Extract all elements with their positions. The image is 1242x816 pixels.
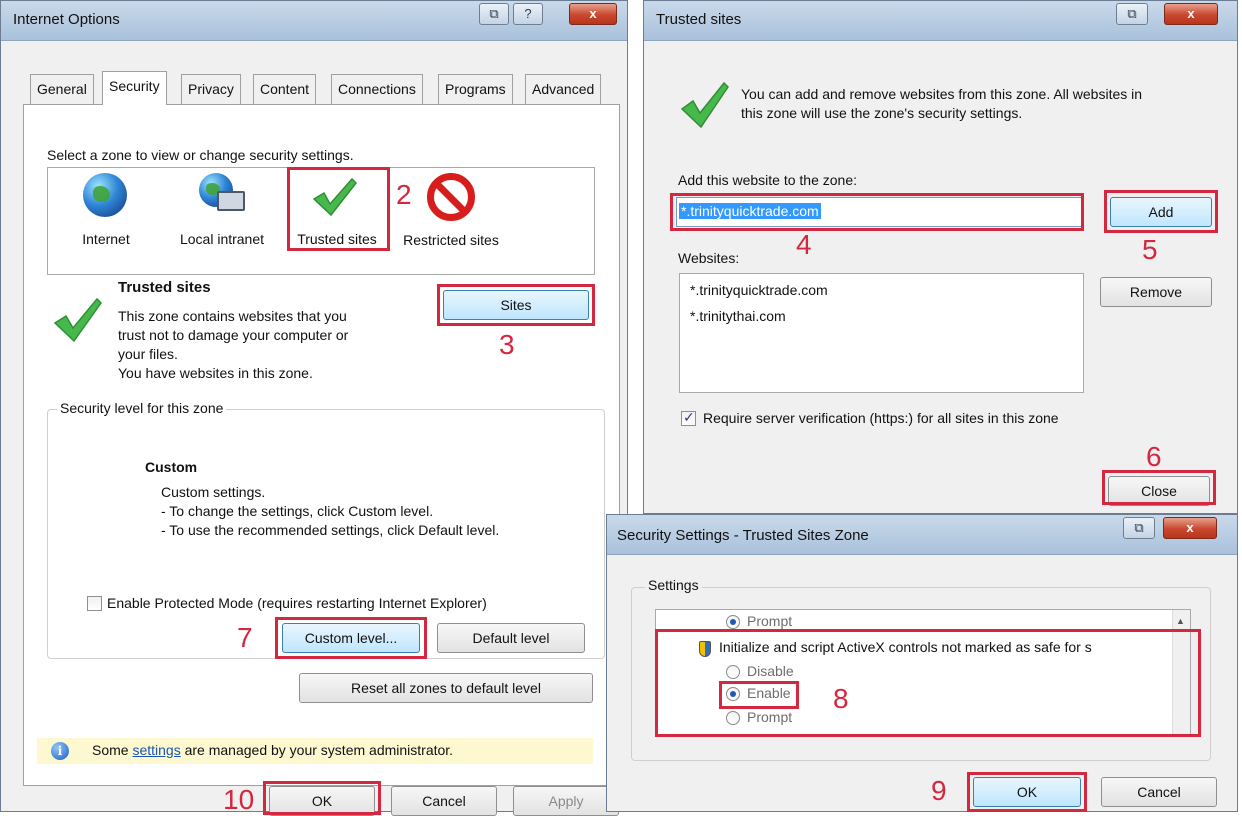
security-settings-window: Security Settings - Trusted Sites Zone ⧉… bbox=[606, 514, 1238, 812]
restore-button[interactable]: ⧉ bbox=[479, 3, 509, 25]
close-button[interactable]: Close bbox=[1108, 476, 1210, 506]
remove-button[interactable]: Remove bbox=[1100, 277, 1212, 307]
zone-description: This zone contains websites that you tru… bbox=[118, 307, 348, 383]
add-website-input[interactable]: *.trinityquicktrade.com bbox=[676, 197, 1082, 227]
option-prompt-radio[interactable] bbox=[726, 615, 740, 629]
info-text-before: Some bbox=[92, 742, 133, 758]
option-enable-label[interactable]: Enable bbox=[747, 685, 791, 701]
zone-internet-label[interactable]: Internet bbox=[71, 231, 141, 247]
zone-description-line: You have websites in this zone. bbox=[118, 365, 313, 381]
trusted-sites-titlebar[interactable]: Trusted sites ⧉ x bbox=[644, 1, 1237, 41]
zone-trusted-sites-label[interactable]: Trusted sites bbox=[287, 231, 387, 247]
tab-connections[interactable]: Connections bbox=[331, 74, 423, 104]
annotation-9: 9 bbox=[931, 775, 947, 806]
annotation-10: 10 bbox=[223, 784, 255, 815]
reset-all-zones-button[interactable]: Reset all zones to default level bbox=[299, 673, 593, 703]
description-line: this zone will use the zone's security s… bbox=[741, 105, 1023, 121]
annotation-3: 3 bbox=[499, 329, 515, 360]
protected-mode-label[interactable]: Enable Protected Mode (requires restarti… bbox=[107, 595, 487, 611]
help-button[interactable]: ? bbox=[513, 3, 543, 25]
zone-local-intranet-label[interactable]: Local intranet bbox=[167, 231, 277, 247]
level-line: - To use the recommended settings, click… bbox=[161, 522, 500, 538]
require-verification-checkbox[interactable] bbox=[681, 409, 696, 426]
internet-globe-icon[interactable] bbox=[83, 173, 127, 217]
description-line: You can add and remove websites from thi… bbox=[741, 86, 1143, 102]
settings-label: Settings bbox=[645, 577, 702, 593]
zone-restricted-sites-label[interactable]: Restricted sites bbox=[401, 231, 501, 250]
zone-check-icon bbox=[53, 297, 102, 343]
option-disable-label[interactable]: Disable bbox=[747, 663, 794, 679]
annotation-6: 6 bbox=[1146, 441, 1162, 472]
tab-programs[interactable]: Programs bbox=[438, 74, 513, 104]
option-prompt-label-2[interactable]: Prompt bbox=[747, 709, 792, 725]
zone-description-line: trust not to damage your computer or bbox=[118, 327, 349, 343]
info-text-after: are managed by your system administrator… bbox=[180, 742, 454, 758]
security-level-description: Custom settings. - To change the setting… bbox=[161, 483, 499, 540]
activex-shield-icon bbox=[699, 641, 711, 657]
add-button[interactable]: Add bbox=[1110, 197, 1212, 227]
level-line: Custom settings. bbox=[161, 484, 266, 500]
close-window-button[interactable]: x bbox=[569, 3, 617, 25]
annotation-2: 2 bbox=[396, 179, 412, 210]
annotation-8: 8 bbox=[833, 683, 849, 714]
restore-button[interactable]: ⧉ bbox=[1123, 517, 1155, 539]
option-prompt-label[interactable]: Prompt bbox=[747, 613, 792, 629]
activex-setting-label: Initialize and script ActiveX controls n… bbox=[719, 639, 1092, 655]
level-line: - To change the settings, click Custom l… bbox=[161, 503, 434, 519]
custom-level-button[interactable]: Custom level... bbox=[282, 623, 420, 653]
list-item[interactable]: *.trinitythai.com bbox=[690, 308, 786, 324]
zone-title: Trusted sites bbox=[118, 279, 211, 296]
security-level-name: Custom bbox=[145, 459, 198, 475]
trusted-sites-check-icon[interactable] bbox=[312, 177, 358, 217]
settings-link[interactable]: settings bbox=[132, 742, 180, 758]
tab-advanced[interactable]: Advanced bbox=[525, 74, 602, 104]
option-enable-radio[interactable] bbox=[726, 687, 740, 701]
scroll-up-icon[interactable]: ▲ bbox=[1176, 616, 1185, 626]
annotation-4: 4 bbox=[796, 229, 812, 260]
annotation-7: 7 bbox=[237, 622, 253, 653]
monitor-icon bbox=[217, 191, 245, 211]
close-window-button[interactable]: x bbox=[1163, 517, 1217, 539]
protected-mode-checkbox[interactable] bbox=[87, 596, 102, 611]
default-level-button[interactable]: Default level bbox=[437, 623, 585, 653]
websites-list[interactable]: *.trinityquicktrade.com *.trinitythai.co… bbox=[679, 273, 1084, 393]
option-prompt-radio-2[interactable] bbox=[726, 711, 740, 725]
zone-description-line: your files. bbox=[118, 346, 178, 362]
tab-privacy[interactable]: Privacy bbox=[181, 74, 241, 104]
restricted-sites-icon[interactable] bbox=[427, 173, 475, 221]
annotation-5: 5 bbox=[1142, 234, 1158, 265]
info-text: Some settings are managed by your system… bbox=[92, 742, 453, 758]
add-website-label: Add this website to the zone: bbox=[678, 172, 857, 188]
settings-scrollbar[interactable]: ▲ bbox=[1172, 610, 1190, 734]
info-icon: i bbox=[51, 742, 69, 760]
trusted-sites-title: Trusted sites bbox=[656, 11, 742, 28]
security-settings-titlebar[interactable]: Security Settings - Trusted Sites Zone ⧉… bbox=[607, 515, 1237, 555]
tab-general[interactable]: General bbox=[30, 74, 94, 104]
require-verification-label[interactable]: Require server verification (https:) for… bbox=[703, 410, 1059, 426]
list-item[interactable]: *.trinityquicktrade.com bbox=[690, 282, 828, 298]
trusted-sites-description: You can add and remove websites from thi… bbox=[741, 85, 1142, 123]
tab-content[interactable]: Content bbox=[253, 74, 317, 104]
close-window-button[interactable]: x bbox=[1164, 3, 1218, 25]
zone-description-line: This zone contains websites that you bbox=[118, 308, 347, 324]
websites-label: Websites: bbox=[678, 250, 740, 266]
security-settings-title: Security Settings - Trusted Sites Zone bbox=[617, 527, 869, 544]
trusted-sites-window: Trusted sites ⧉ x You can add and remove… bbox=[643, 0, 1238, 514]
tab-security[interactable]: Security bbox=[102, 71, 167, 105]
internet-options-window: Internet Options ⧉ ? x General Security … bbox=[0, 0, 628, 816]
internet-options-title: Internet Options bbox=[13, 11, 120, 28]
security-settings-ok-button[interactable]: OK bbox=[973, 777, 1081, 807]
sites-button[interactable]: Sites bbox=[443, 290, 589, 320]
add-website-value: *.trinityquicktrade.com bbox=[679, 203, 821, 219]
trusted-sites-check-icon bbox=[680, 81, 729, 129]
security-level-label: Security level for this zone bbox=[57, 400, 227, 416]
restore-button[interactable]: ⧉ bbox=[1116, 3, 1148, 25]
internet-options-titlebar[interactable]: Internet Options ⧉ ? x bbox=[1, 1, 627, 41]
zone-prompt: Select a zone to view or change security… bbox=[47, 147, 354, 163]
security-settings-cancel-button[interactable]: Cancel bbox=[1101, 777, 1217, 807]
option-disable-radio[interactable] bbox=[726, 665, 740, 679]
